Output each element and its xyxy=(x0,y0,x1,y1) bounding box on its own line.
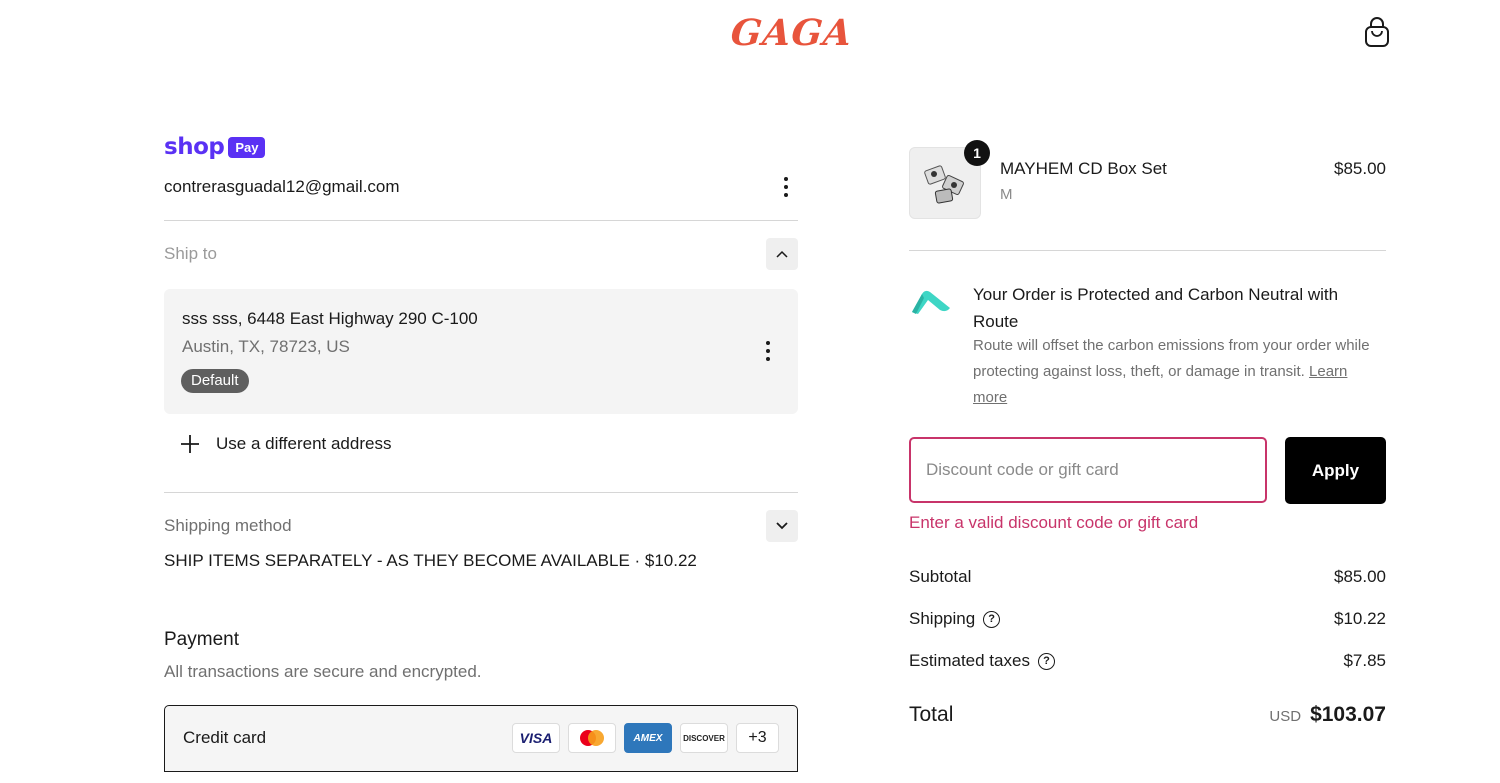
total-row: Total USD $103.07 xyxy=(909,703,1386,727)
kebab-dot-icon xyxy=(784,177,788,181)
default-address-badge: Default xyxy=(181,369,249,393)
subtotal-row: Subtotal $85.00 xyxy=(909,567,1386,587)
selected-address-card[interactable]: sss sss, 6448 East Highway 290 C-100 Aus… xyxy=(164,289,798,414)
taxes-row: Estimated taxes ? $7.85 xyxy=(909,651,1386,671)
taxes-label: Estimated taxes xyxy=(909,651,1030,670)
payment-title: Payment xyxy=(164,629,239,650)
total-amount-group: USD $103.07 xyxy=(1269,703,1386,727)
payment-subtitle: All transactions are secure and encrypte… xyxy=(164,662,482,681)
use-different-address-label: Use a different address xyxy=(216,434,392,453)
kebab-dot-icon xyxy=(766,349,770,353)
ship-to-collapse-button[interactable] xyxy=(766,238,798,270)
address-menu-button[interactable] xyxy=(758,338,778,364)
visa-icon: VISA xyxy=(512,723,560,753)
shipping-label: Shipping xyxy=(909,609,976,628)
store-logo[interactable]: GAGA xyxy=(728,12,855,54)
use-different-address-button[interactable]: Use a different address xyxy=(180,434,391,454)
total-value: $103.07 xyxy=(1310,703,1386,726)
account-email: contrerasguadal12@gmail.com xyxy=(164,177,400,196)
product-name: MAYHEM CD Box Set xyxy=(1000,159,1167,178)
divider xyxy=(164,220,798,221)
shipping-value: $10.22 xyxy=(1334,609,1386,628)
shipping-method-value: SHIP ITEMS SEPARATELY - AS THEY BECOME A… xyxy=(164,551,697,570)
discount-error-message: Enter a valid discount code or gift card xyxy=(909,513,1199,532)
cart-quantity-badge: 1 xyxy=(964,140,990,166)
apply-discount-button[interactable]: Apply xyxy=(1285,437,1386,504)
shipping-help-icon[interactable]: ? xyxy=(983,610,1001,628)
discount-code-input[interactable] xyxy=(909,437,1267,503)
more-cards-badge: +3 xyxy=(736,723,779,753)
card-brand-list: VISA AMEX DISCOVER +3 xyxy=(512,723,779,753)
amex-icon: AMEX xyxy=(624,723,672,753)
product-price: $85.00 xyxy=(1334,159,1386,178)
divider xyxy=(909,250,1386,251)
ship-to-label: Ship to xyxy=(164,244,217,263)
currency-code: USD xyxy=(1269,708,1302,725)
address-line-2: Austin, TX, 78723, US xyxy=(182,337,350,356)
subtotal-label: Subtotal xyxy=(909,567,972,586)
shop-pay-badge: Pay xyxy=(228,136,266,158)
route-logo-icon xyxy=(910,286,952,316)
chevron-down-icon xyxy=(776,522,788,530)
shipping-method-label: Shipping method xyxy=(164,516,292,535)
shopping-bag-icon[interactable] xyxy=(1363,17,1391,49)
chevron-up-icon xyxy=(776,250,788,258)
kebab-dot-icon xyxy=(784,193,788,197)
shop-pay-word: shop xyxy=(164,134,225,160)
route-title: Your Order is Protected and Carbon Neutr… xyxy=(973,285,1339,331)
shipping-method-expand-button[interactable] xyxy=(766,510,798,542)
plus-icon xyxy=(181,435,199,453)
account-menu-button[interactable] xyxy=(776,174,796,200)
subtotal-value: $85.00 xyxy=(1334,567,1386,586)
store-logo-text: GAGA xyxy=(728,12,855,54)
taxes-value: $7.85 xyxy=(1343,651,1386,670)
kebab-dot-icon xyxy=(784,185,788,189)
credit-card-option[interactable]: Credit card VISA AMEX DISCOVER +3 xyxy=(164,705,798,772)
taxes-label-group: Estimated taxes ? xyxy=(909,651,1055,671)
credit-card-label: Credit card xyxy=(183,728,267,747)
product-variant: M xyxy=(1000,186,1013,203)
shop-pay-logo: shop Pay xyxy=(164,134,266,160)
kebab-dot-icon xyxy=(766,357,770,361)
shipping-label-group: Shipping ? xyxy=(909,609,1001,629)
kebab-dot-icon xyxy=(766,341,770,345)
discover-icon: DISCOVER xyxy=(680,723,728,753)
total-label: Total xyxy=(909,703,954,726)
route-description: Route will offset the carbon emissions f… xyxy=(973,333,1373,411)
address-line-1: sss sss, 6448 East Highway 290 C-100 xyxy=(182,309,478,328)
mastercard-icon xyxy=(568,723,616,753)
taxes-help-icon[interactable]: ? xyxy=(1037,652,1055,670)
shipping-row: Shipping ? $10.22 xyxy=(909,609,1386,629)
divider xyxy=(164,492,798,493)
